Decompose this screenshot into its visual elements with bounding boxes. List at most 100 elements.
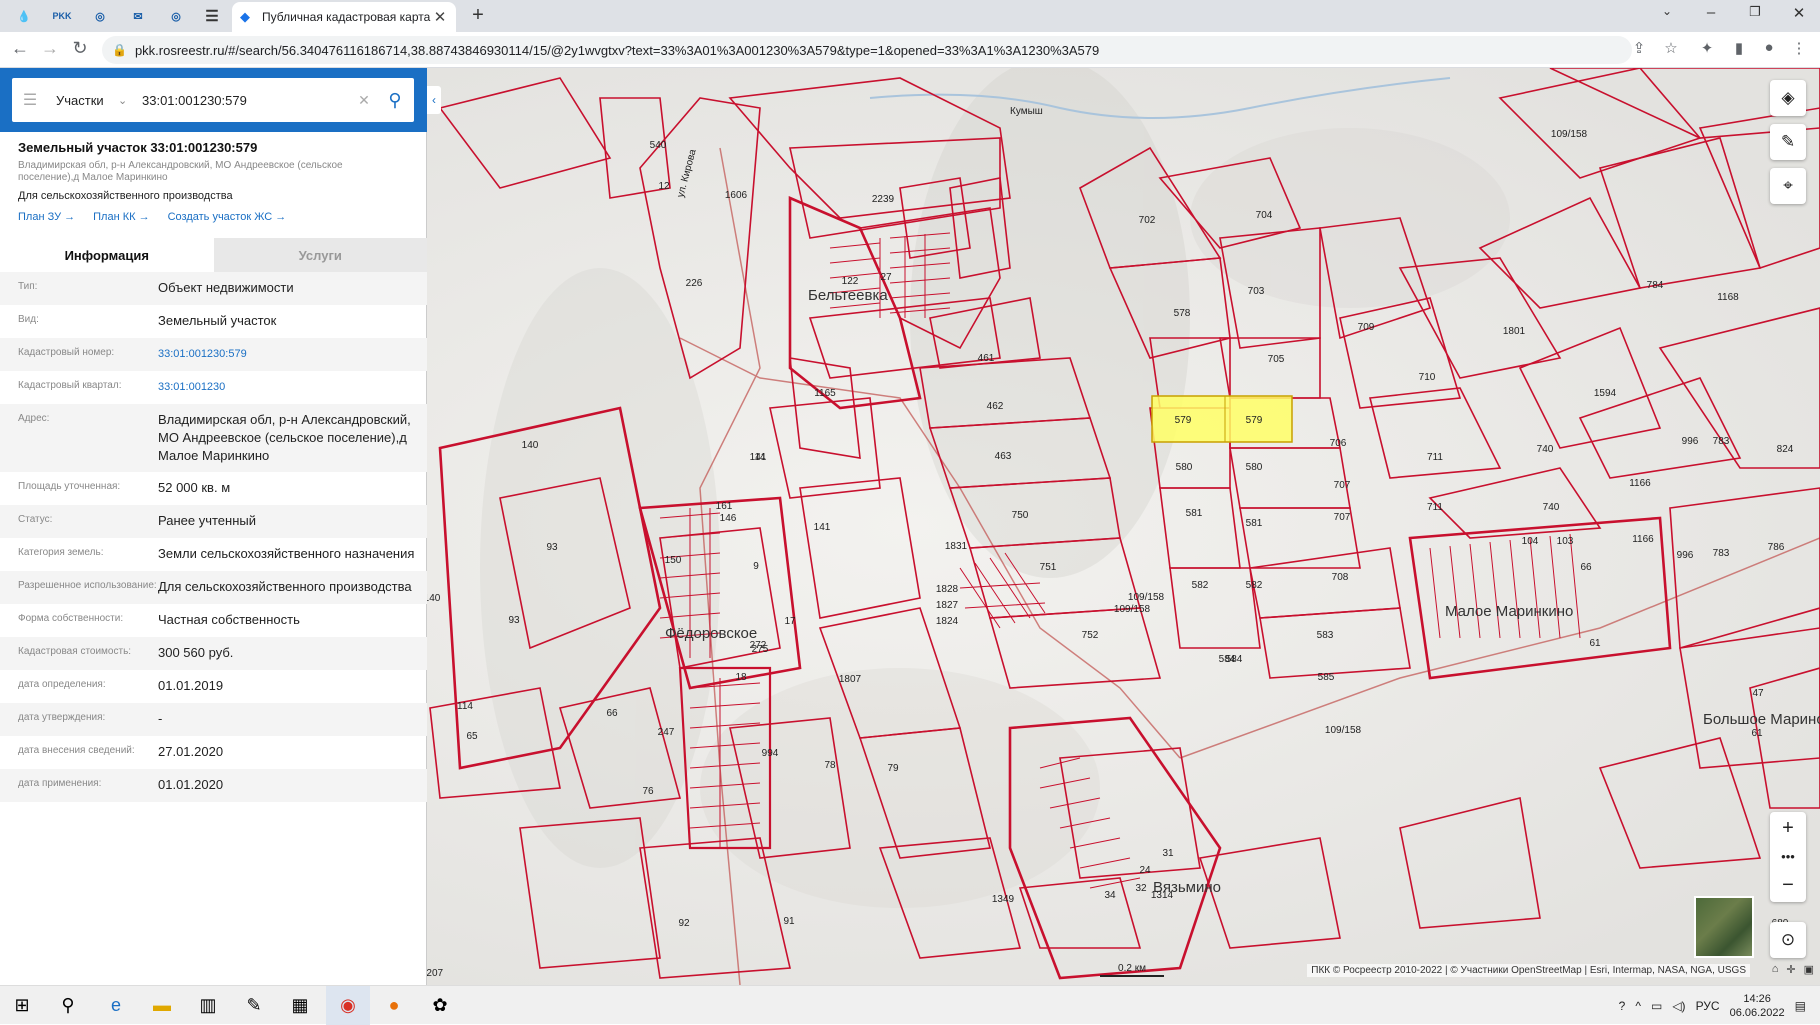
search-type-select[interactable]: Участки: [48, 93, 118, 108]
calculator-icon[interactable]: ▦: [278, 986, 322, 1025]
help-icon[interactable]: ?: [1619, 999, 1626, 1013]
property-value: Ранее учтенный: [158, 513, 256, 528]
notes-icon[interactable]: ✎: [232, 986, 276, 1025]
forward-icon[interactable]: →: [38, 38, 62, 59]
crosshair-icon[interactable]: ✛: [1786, 963, 1795, 976]
minimize-icon[interactable]: –: [1696, 4, 1726, 21]
store-icon[interactable]: ▥: [186, 986, 230, 1025]
parcel-number-label: 122: [842, 276, 859, 287]
parcel-number-label: 786: [1768, 542, 1785, 553]
parcel-number-label: 146: [720, 513, 737, 524]
property-row: дата внесения сведений: 27.01.2020: [0, 736, 427, 769]
language-indicator[interactable]: РУС: [1696, 999, 1720, 1013]
search-input[interactable]: [142, 92, 352, 108]
sync-icon[interactable]: ◎: [88, 5, 112, 27]
basemap-switcher[interactable]: [1694, 896, 1754, 958]
property-link[interactable]: 33:01:001230:579: [158, 345, 417, 364]
parcel-number-label: 707: [1334, 512, 1351, 523]
parcel-number-label: 1824: [936, 616, 959, 627]
system-tray: ? ^ ▭ ◁) РУС 14:26 06.06.2022 ▤: [1619, 986, 1820, 1025]
extensions-icon[interactable]: ✦: [1696, 39, 1718, 57]
network-icon[interactable]: ▭: [1651, 999, 1662, 1013]
chrome-icon[interactable]: ◉: [326, 986, 370, 1025]
file-explorer-icon[interactable]: ▬: [140, 986, 184, 1025]
property-row: Тип: Объект недвижимости: [0, 272, 427, 305]
search-icon[interactable]: ⚲: [376, 90, 414, 111]
compass-icon[interactable]: ⊙: [1770, 922, 1806, 958]
notifications-icon[interactable]: ▤: [1795, 999, 1806, 1013]
clear-search-icon[interactable]: ✕: [352, 92, 376, 109]
property-link[interactable]: 33:01:001230: [158, 378, 417, 397]
circle-icon[interactable]: ◎: [164, 5, 188, 27]
parcel-address-short: Владимирская обл, р-н Александровский, М…: [18, 160, 343, 183]
parcel-number-label: 704: [1256, 210, 1273, 221]
parcel-number-label: 34: [1104, 890, 1116, 901]
water-drop-icon[interactable]: 💧: [12, 5, 36, 27]
layers-icon[interactable]: ◈: [1770, 80, 1806, 116]
ruler-icon[interactable]: ✎: [1770, 124, 1806, 160]
parcel-number-label: 93: [508, 615, 520, 626]
zoom-controls: + ••• −: [1770, 812, 1806, 902]
tab-search-icon[interactable]: ⌄: [1652, 4, 1682, 18]
back-icon[interactable]: ←: [8, 38, 32, 59]
parcel-number-label: 1828: [936, 584, 959, 595]
restore-icon[interactable]: ❐: [1740, 4, 1770, 20]
browser-toolbar: ← → ↻ 🔒 pkk.rosreestr.ru/#/search/56.340…: [0, 32, 1820, 68]
parcel-number-label: 104: [1522, 536, 1539, 547]
parcel-number-label: 994: [762, 748, 779, 759]
clock[interactable]: 14:26 06.06.2022: [1730, 992, 1785, 1020]
windows-start-icon[interactable]: ⊞: [0, 986, 44, 1025]
parcel-number-label: 92: [678, 918, 690, 929]
selected-parcel-579[interactable]: [1151, 395, 1293, 443]
parcel-number-label: 18: [735, 672, 747, 683]
property-value: Для сельскохозяйственного производства: [158, 579, 412, 594]
parcel-number-label: 1831: [945, 541, 968, 552]
map-scale: 0.2 км: [1100, 963, 1164, 977]
parcel-number-label: 580: [1176, 462, 1193, 473]
tray-chevron-icon[interactable]: ^: [1635, 999, 1641, 1013]
tab-information[interactable]: Информация: [0, 238, 214, 272]
parcel-number-label: 783: [1713, 548, 1730, 559]
edge-icon[interactable]: e: [94, 986, 138, 1025]
mail-icon[interactable]: ✉: [126, 5, 150, 27]
bookmark-star-icon[interactable]: ☆: [1660, 39, 1682, 57]
tab-title: Публичная кадастровая карта: [262, 10, 431, 24]
volume-icon[interactable]: ◁): [1672, 999, 1685, 1013]
plan-kk-link[interactable]: План КК →: [93, 211, 149, 223]
share-icon[interactable]: ⇪: [1628, 39, 1650, 57]
close-window-icon[interactable]: ✕: [1784, 4, 1814, 22]
app-icon[interactable]: ✿: [418, 986, 462, 1025]
parcel-number-label: 582: [1192, 580, 1209, 591]
profile-icon[interactable]: ●: [1758, 39, 1780, 56]
tab-services[interactable]: Услуги: [213, 238, 427, 272]
new-tab-button[interactable]: +: [466, 4, 490, 27]
firefox-icon[interactable]: ●: [372, 986, 416, 1025]
property-key: дата утверждения:: [18, 712, 106, 723]
taskbar-search-icon[interactable]: ⚲: [46, 986, 90, 1025]
hamburger-menu-icon[interactable]: ☰: [12, 90, 48, 110]
plan-zu-link[interactable]: План ЗУ →: [18, 211, 75, 223]
parcel-number-label: 710: [1419, 372, 1436, 383]
list-icon[interactable]: ☰: [200, 5, 224, 27]
parcel-number-label: 1801: [1503, 326, 1526, 337]
active-browser-tab[interactable]: ◆ Публичная кадастровая карта ✕: [232, 2, 456, 32]
address-bar[interactable]: 🔒 pkk.rosreestr.ru/#/search/56.340476116…: [102, 36, 1632, 64]
browser-menu-icon[interactable]: ⋮: [1788, 39, 1810, 57]
reload-icon[interactable]: ↻: [68, 38, 92, 59]
chevron-down-icon[interactable]: ⌄: [118, 94, 142, 107]
parcel-number-label: 461: [978, 353, 995, 364]
parcel-number-label: 740: [1543, 502, 1560, 513]
create-parcel-link[interactable]: Создать участок ЖС →: [168, 211, 287, 223]
zoom-out-button[interactable]: −: [1782, 874, 1794, 897]
home-icon[interactable]: ⌂: [1772, 963, 1779, 976]
locate-point-icon[interactable]: ⌖: [1770, 168, 1806, 204]
more-zoom-icon[interactable]: •••: [1781, 849, 1795, 864]
sidepanel-icon[interactable]: ▮: [1728, 39, 1750, 57]
zoom-in-button[interactable]: +: [1782, 817, 1794, 840]
pkk-icon[interactable]: PKK: [50, 5, 74, 27]
close-tab-icon[interactable]: ✕: [432, 8, 448, 26]
parcel-number-label: 150: [665, 555, 682, 566]
parcel-number-label: 109/158: [1114, 604, 1151, 615]
collapse-panel-button[interactable]: ‹: [427, 86, 441, 114]
fullscreen-icon[interactable]: ▣: [1804, 963, 1814, 976]
